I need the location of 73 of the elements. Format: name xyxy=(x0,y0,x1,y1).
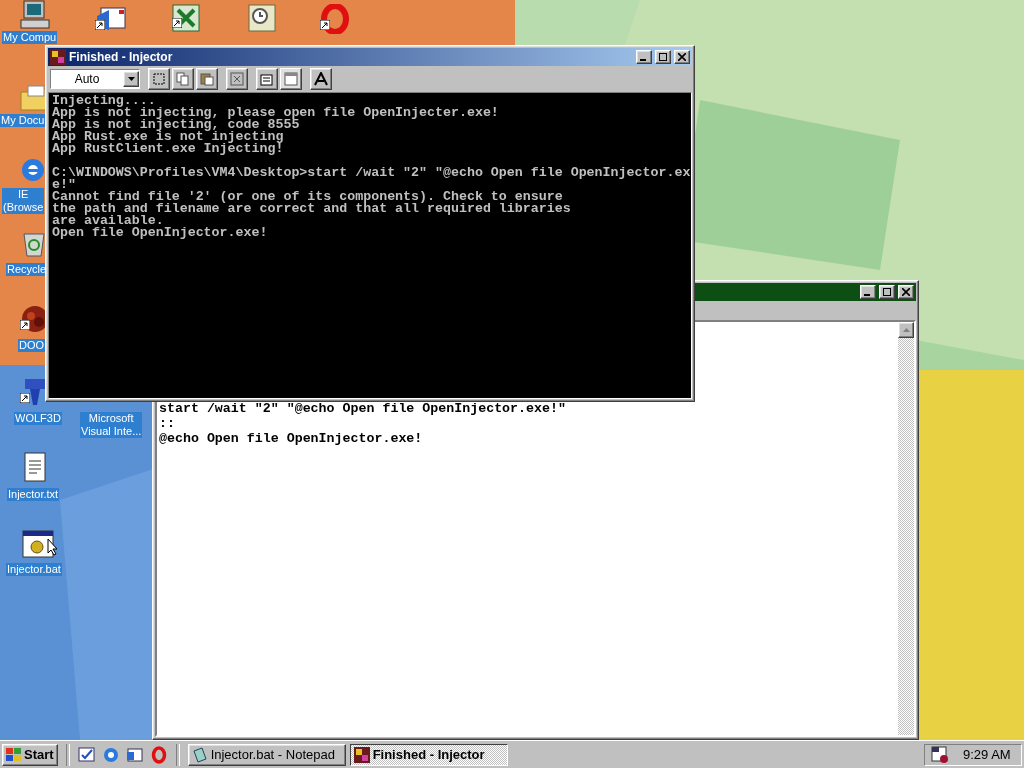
minimize-button[interactable] xyxy=(860,285,876,299)
mark-button[interactable] xyxy=(148,68,170,90)
icon-label[interactable]: IE (Browse xyxy=(2,188,45,214)
background-button[interactable] xyxy=(280,68,302,90)
letter-o-icon xyxy=(320,4,350,34)
font-button[interactable] xyxy=(310,68,332,90)
icon-label[interactable]: My Docu xyxy=(0,114,46,127)
shortcut-arrow-icon xyxy=(172,18,182,28)
maximize-button[interactable] xyxy=(879,285,895,299)
text-line: @echo Open file OpenInjector.exe! xyxy=(159,431,424,446)
minimize-button[interactable] xyxy=(636,50,652,64)
cursor-icon xyxy=(47,538,59,556)
close-button[interactable] xyxy=(898,285,914,299)
maximize-button[interactable] xyxy=(655,50,671,64)
properties-button[interactable] xyxy=(256,68,278,90)
console-line: Cannot find file '2' (or one of its components). Check to ensure xyxy=(52,191,563,203)
font-size-dropdown[interactable]: Auto xyxy=(50,69,140,89)
taskbar-button[interactable]: Finished - Injector xyxy=(349,743,508,766)
console-line: App is not injecting, code 8555 xyxy=(52,119,300,131)
letter-a-icon xyxy=(314,72,328,86)
flag-icon xyxy=(6,747,22,762)
console-line: are available. xyxy=(52,215,164,227)
notepad-icon xyxy=(191,746,208,763)
close-button[interactable] xyxy=(674,50,690,64)
console-line: e!" xyxy=(52,179,76,191)
console-line: App RustClient.exe Injecting! xyxy=(52,143,285,155)
close-icon xyxy=(902,288,910,296)
console-line: App Rust.exe is not injecting xyxy=(52,131,285,143)
letter-o-icon xyxy=(149,745,168,764)
icon-label[interactable]: Injector.bat xyxy=(6,563,62,576)
icon-label[interactable]: Microsoft Visual Inte... xyxy=(80,412,143,438)
computer-icon xyxy=(20,0,50,30)
clock-icon xyxy=(248,4,276,32)
up-arrow-icon xyxy=(902,328,910,332)
mark-icon xyxy=(152,72,166,86)
properties-icon xyxy=(260,72,274,86)
icon-label[interactable]: WOLF3D xyxy=(14,412,62,425)
copy-icon xyxy=(176,72,190,86)
scheduler-icon xyxy=(931,745,949,764)
shortcut-arrow-icon xyxy=(20,320,30,330)
text-document-icon xyxy=(22,452,48,482)
icon-label[interactable]: DOO xyxy=(18,339,46,352)
taskbar-button[interactable]: Injector.bat - Notepad xyxy=(187,743,346,766)
close-icon xyxy=(678,53,686,61)
msdos-icon xyxy=(353,746,370,763)
icon-label[interactable]: My Compu xyxy=(2,31,58,44)
window-title: Finished - Injector xyxy=(69,50,174,64)
paste-icon xyxy=(200,72,214,86)
scroll-up-button[interactable] xyxy=(898,322,914,338)
gear-window-icon xyxy=(22,530,54,558)
maximize-icon xyxy=(659,53,667,61)
vertical-scrollbar[interactable] xyxy=(898,322,914,735)
copy-button[interactable] xyxy=(172,68,194,90)
console-line: the path and filename are correct and that all required libraries xyxy=(52,203,572,215)
start-button[interactable]: Start xyxy=(2,743,58,766)
msdos-icon xyxy=(50,49,66,65)
console-line: App is not injecting, please open file OpenInjecter.exe! xyxy=(52,107,500,119)
clock[interactable]: 9:29 AM xyxy=(963,747,1011,762)
shortcut-arrow-icon xyxy=(320,20,330,30)
text-line: start /wait "2" "@echo Open file OpenInjector.exe!" xyxy=(159,401,567,416)
fullscreen-icon xyxy=(230,72,244,86)
fullscreen-button[interactable] xyxy=(226,68,248,90)
console-line: Injecting.... xyxy=(52,95,156,107)
background-icon xyxy=(284,72,298,86)
text-line: :: xyxy=(159,416,176,431)
shortcut-arrow-icon xyxy=(20,393,30,403)
maximize-icon xyxy=(883,288,891,296)
console-line: C:\WINDOWS\Profiles\VM4\Desktop>start /wait "2" "@echo Open file OpenInjector.ex xyxy=(52,167,688,179)
console-line: Open file OpenInjector.exe! xyxy=(52,227,269,239)
icon-label[interactable]: Injector.txt xyxy=(7,488,60,501)
paste-button[interactable] xyxy=(196,68,218,90)
shortcut-arrow-icon xyxy=(95,20,105,30)
icon-label[interactable]: Recycle xyxy=(6,263,48,276)
